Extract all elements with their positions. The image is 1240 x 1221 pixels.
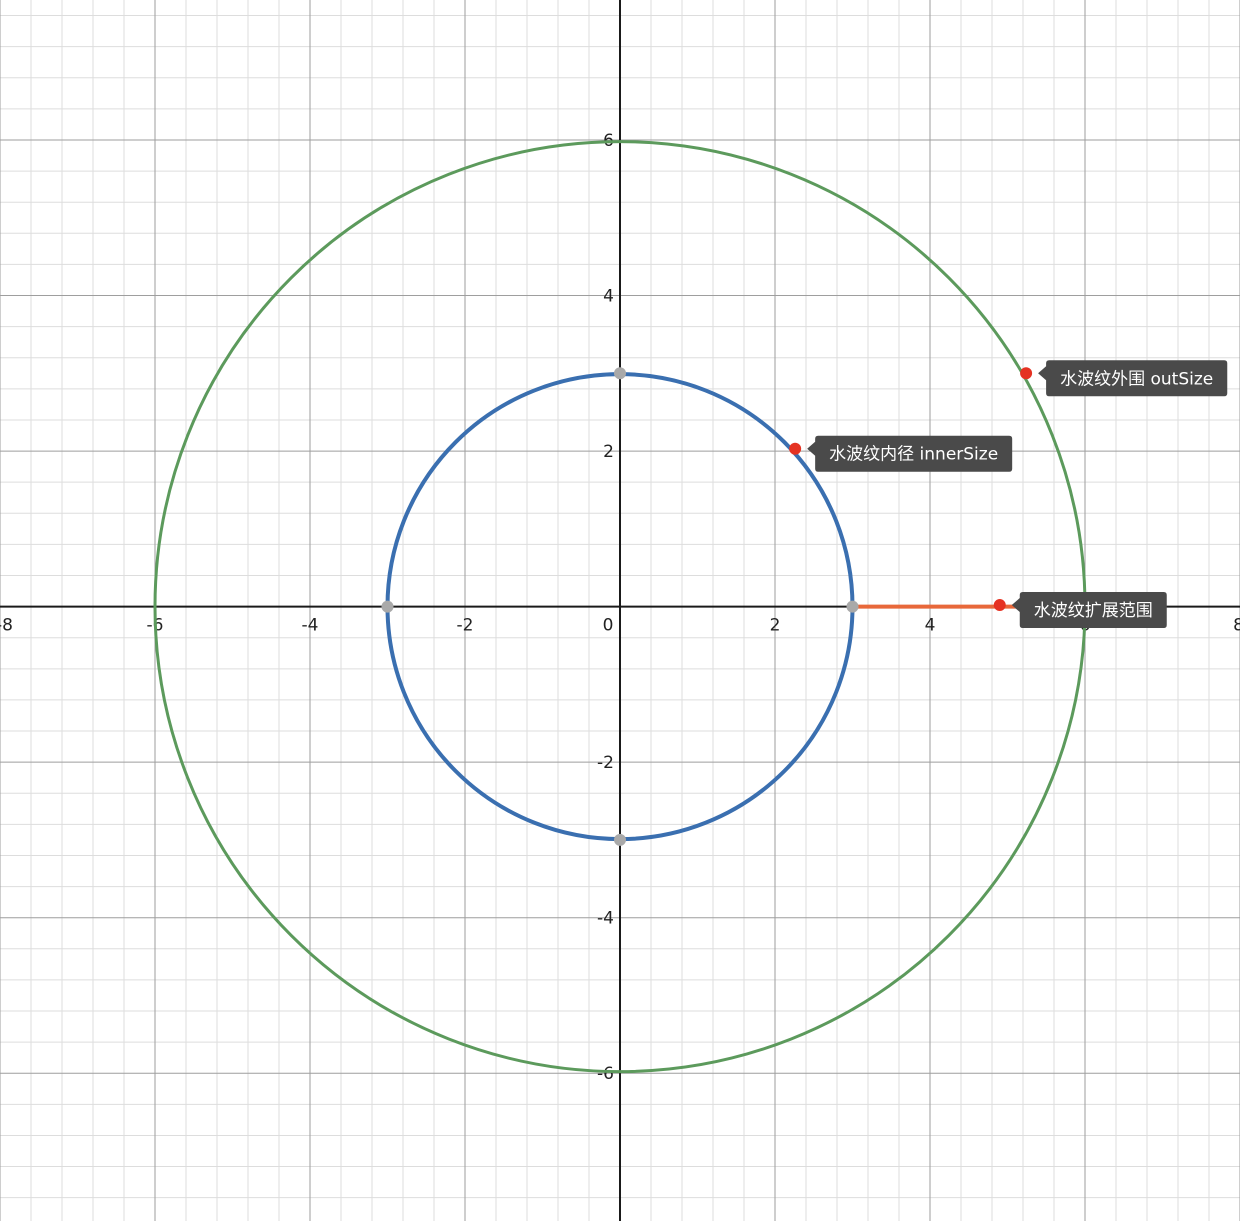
circle-handle	[614, 833, 626, 846]
y-tick-label: 2	[603, 442, 614, 462]
graph-canvas[interactable]: -8-6-4-202468 -6-4-2246 水波纹外围 outSize 水波…	[0, 0, 1240, 1221]
expansion-marker-point[interactable]	[993, 599, 1006, 612]
expansion-tooltip-label: 水波纹扩展范围	[1034, 601, 1153, 621]
y-tick-label: -6	[597, 1064, 614, 1084]
outer-marker-point[interactable]	[1020, 367, 1033, 380]
outer-tooltip-label: 水波纹外围 outSize	[1060, 369, 1213, 389]
circle-handle	[846, 600, 859, 613]
inner-tooltip-label: 水波纹内径 innerSize	[829, 445, 998, 465]
inner-marker-point[interactable]	[789, 442, 802, 455]
x-tick-label: 8	[1233, 616, 1240, 636]
x-tick-label: -2	[457, 616, 474, 636]
y-tick-label: -4	[597, 909, 614, 929]
circle-handle	[614, 367, 626, 380]
y-tick-labels: -6-4-2246	[597, 131, 614, 1084]
circle-handle	[381, 600, 394, 613]
x-tick-label: 2	[770, 616, 781, 636]
x-tick-label: -8	[0, 616, 13, 636]
x-tick-label: 0	[603, 616, 614, 636]
y-tick-label: -2	[597, 753, 614, 773]
x-tick-label: -4	[302, 616, 319, 636]
y-tick-label: 4	[603, 287, 614, 307]
annotation-expansion: 水波纹扩展范围	[993, 592, 1167, 629]
annotation-outer: 水波纹外围 outSize	[1020, 360, 1228, 397]
annotation-inner: 水波纹内径 innerSize	[789, 435, 1013, 472]
x-tick-label: 4	[925, 616, 936, 636]
